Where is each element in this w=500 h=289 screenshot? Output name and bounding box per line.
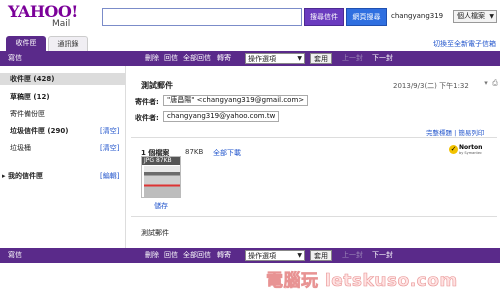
folder-inbox[interactable]: 收件匣 (428) [0,73,125,85]
forward-button[interactable]: 轉寄 [217,248,231,263]
empty-trash-link[interactable]: [清空] [100,143,119,153]
norton-sub-label: by Symantec [459,151,482,155]
watermark: 電腦玩 letskuso.com [266,271,458,289]
message-subject: 測試郵件 [141,81,173,90]
empty-spam-link[interactable]: [清空] [100,126,119,136]
folder-spam[interactable]: 垃圾信件匣 (290) [10,126,68,136]
message-view: 測試郵件 2013/9/3(二) 下午1:32 ▾ ⎙ 寄件者: "唐昌陽" <… [127,66,500,248]
folder-drafts[interactable]: 草稿匣 (12) [10,92,50,102]
thumbnail-image [144,166,180,197]
actions-select-label: 操作選項 [248,252,276,260]
from-field[interactable]: "唐昌陽" <changyang319@gmail.com> [163,95,309,106]
apply-button[interactable]: 套用 [310,53,332,64]
mail-logo-text: Mail [52,19,71,29]
reply-button[interactable]: 回信 [164,248,178,263]
my-folders-label[interactable]: ▸ 我的信件匣 [2,171,43,181]
forward-button[interactable]: 轉寄 [217,51,231,66]
tab-inbox[interactable]: 收件匣 [6,36,46,51]
search-input[interactable] [102,8,302,26]
divider [131,137,497,138]
actions-select[interactable]: 操作選項 ▼ [245,53,305,64]
prev-message-button[interactable]: 上一封 [342,248,363,263]
folder-sidebar: 收件匣 (428) 草稿匣 (12) 寄件備份匣 垃圾信件匣 (290) [清空… [0,66,126,248]
toolbar-bottom: 寫信 刪除 回信 全部回信 轉寄 操作選項 ▼ 套用 上一封 下一封 [0,248,500,263]
from-label: 寄件者: [135,98,159,106]
delete-button[interactable]: 刪除 [145,51,159,66]
actions-select-label: 操作選項 [248,55,276,63]
next-message-button[interactable]: 下一封 [372,51,393,66]
profile-dropdown[interactable]: 個人檔案 ▼ [453,10,497,23]
flag-icon[interactable]: ▾ [482,79,490,87]
delete-button[interactable]: 刪除 [145,248,159,263]
norton-badge: ✓ Norton by Symantec [449,144,482,158]
chevron-down-icon: ▼ [297,252,302,259]
thumbnail-caption: JPG 87KB [142,157,180,165]
next-message-button[interactable]: 下一封 [372,248,393,263]
norton-label: Norton [459,144,483,151]
yahoo-mail-logo[interactable]: YAHOO! Mail [8,4,88,34]
edit-folders-link[interactable]: [編輯] [100,171,119,181]
to-label: 收件者: [135,114,159,122]
print-icon[interactable]: ⎙ [491,79,499,87]
chevron-down-icon: ▼ [489,13,494,20]
reply-all-button[interactable]: 全部回信 [183,248,211,263]
reply-button[interactable]: 回信 [164,51,178,66]
folder-trash[interactable]: 垃圾桶 [10,143,31,153]
attachment-thumbnail[interactable]: JPG 87KB [141,156,181,198]
save-attachment-link[interactable]: 儲存 [154,201,168,211]
divider [131,216,497,217]
chevron-down-icon: ▼ [297,55,302,62]
folder-sent[interactable]: 寄件備份匣 [10,109,45,119]
switch-new-mail-link[interactable]: 切換至全新電子信箱 [433,39,496,49]
prev-message-button[interactable]: 上一封 [342,51,363,66]
compose-button[interactable]: 寫信 [8,51,22,66]
reply-all-button[interactable]: 全部回信 [183,51,211,66]
my-folders-text: 我的信件匣 [7,172,43,180]
toolbar-top: 寫信 刪除 回信 全部回信 轉寄 操作選項 ▼ 套用 上一封 下一封 [0,51,500,66]
username: changyang319 [391,12,444,20]
message-date: 2013/9/3(二) 下午1:32 [393,82,469,90]
to-field[interactable]: changyang319@yahoo.com.tw [163,111,280,122]
apply-button[interactable]: 套用 [310,250,332,261]
search-web-button[interactable]: 網頁搜尋 [346,8,387,26]
tab-contacts[interactable]: 通訊錄 [48,36,88,51]
profile-label: 個人檔案 [457,12,485,20]
attachment-size: 87KB [185,148,204,156]
header-links: 完整標題 | 簡易列印 [426,127,484,137]
yahoo-logo-text: YAHOO! [8,2,78,21]
message-body: 測試郵件 [141,229,169,237]
search-mail-button[interactable]: 搜尋信件 [304,8,344,26]
compose-button[interactable]: 寫信 [8,248,22,263]
norton-check-icon: ✓ [449,145,458,154]
actions-select[interactable]: 操作選項 ▼ [245,250,305,261]
full-header-link[interactable]: 完整標題 [426,129,452,137]
download-all-link[interactable]: 全部下載 [213,148,241,158]
printable-link[interactable]: 簡易列印 [458,129,484,137]
